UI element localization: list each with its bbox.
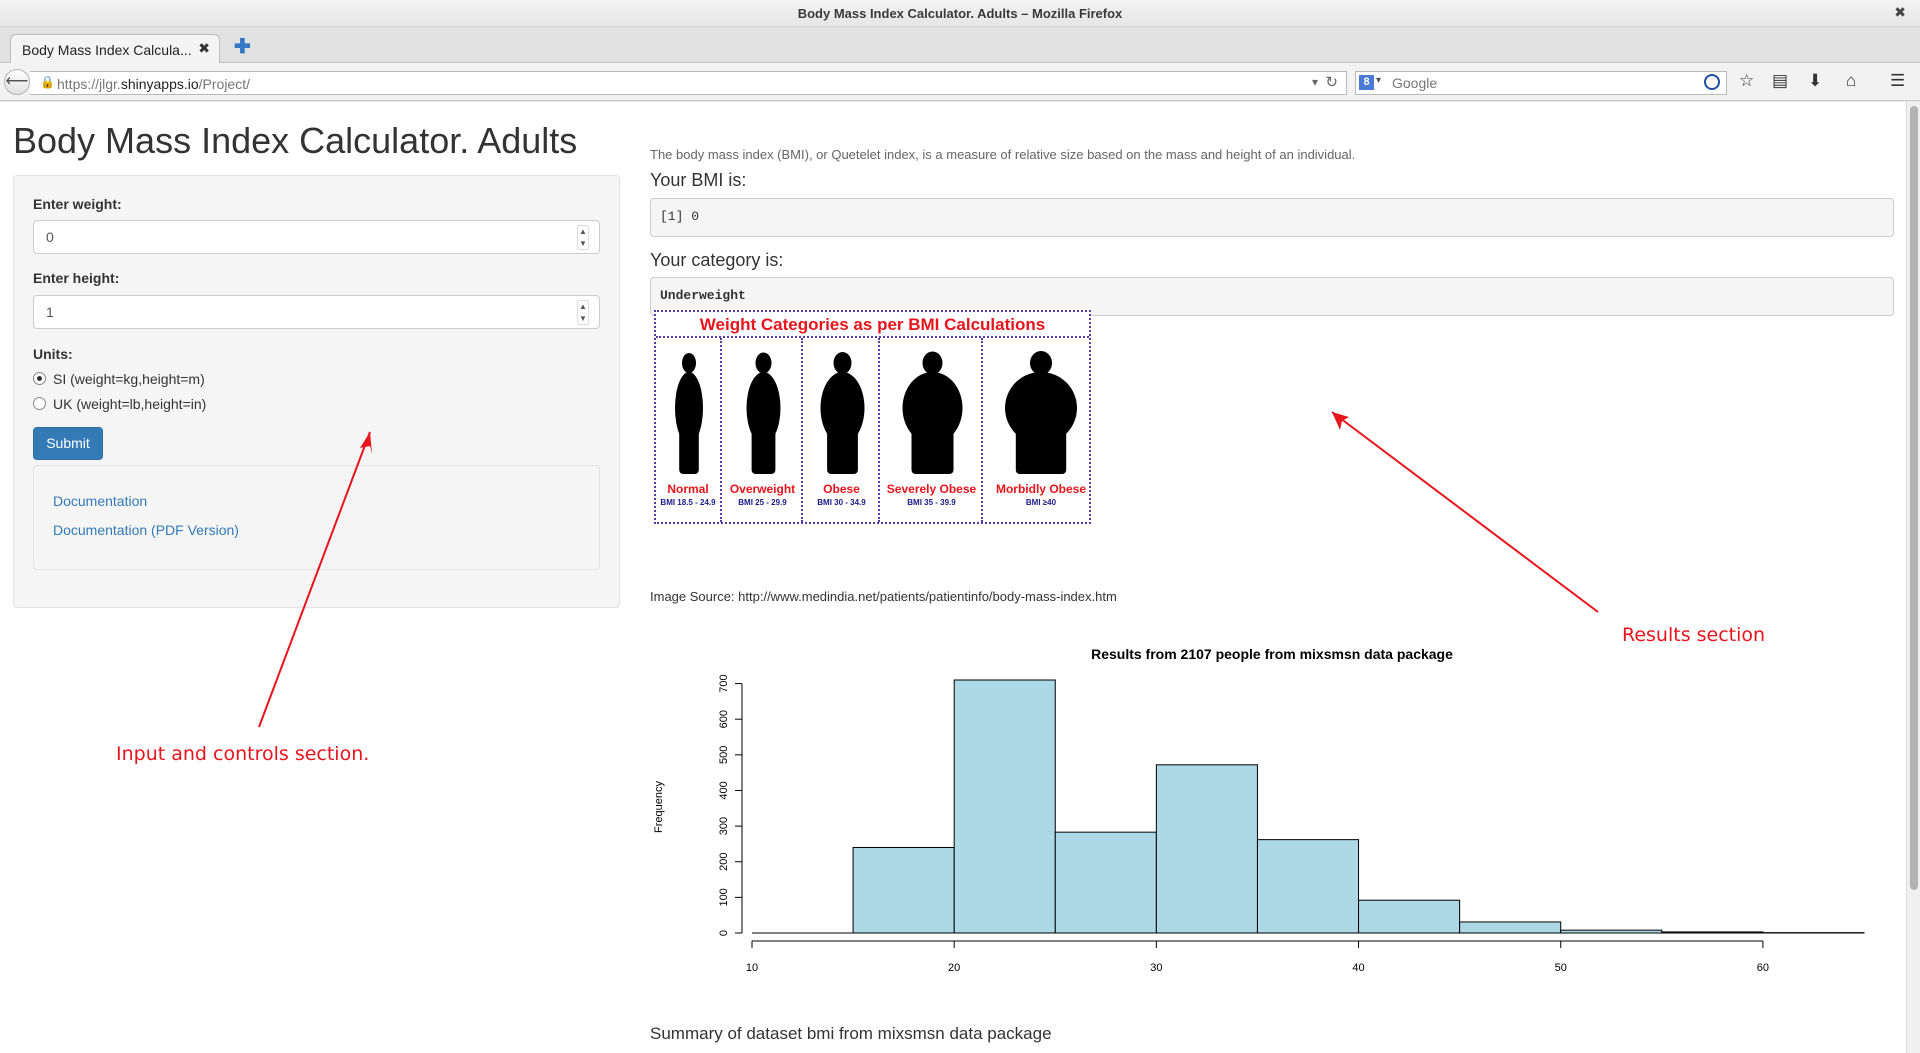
- navigation-toolbar: 🔒 https://jlgr.shinyapps.io/Project/ ▾ ↻…: [0, 63, 1920, 101]
- browser-tab[interactable]: Body Mass Index Calcula... ✖: [10, 34, 220, 63]
- annotation-arrows: [258, 411, 1599, 728]
- vertical-scrollbar[interactable]: [1906, 102, 1920, 1053]
- annotation-results-label: Results section: [1622, 624, 1766, 646]
- search-engine-dropdown-icon[interactable]: ▾: [1376, 75, 1381, 86]
- url-dropdown-icon[interactable]: ▾: [1312, 75, 1318, 89]
- bookmarks-list-icon[interactable]: ▤: [1772, 71, 1788, 91]
- search-bar[interactable]: 8 ▾: [1355, 71, 1727, 95]
- bookmark-star-icon[interactable]: ☆: [1739, 71, 1754, 91]
- tab-label: Body Mass Index Calcula...: [22, 42, 192, 58]
- tab-strip: Body Mass Index Calcula... ✖ ✚: [0, 27, 1920, 63]
- search-magnifier-icon[interactable]: [1704, 74, 1720, 90]
- annotation-controls-label: Input and controls section.: [116, 743, 370, 765]
- reload-icon[interactable]: ↻: [1325, 73, 1338, 91]
- window-title: Body Mass Index Calculator. Adults – Moz…: [797, 6, 1123, 21]
- arrow-head-results: [1332, 412, 1349, 430]
- url-text: https://jlgr.shinyapps.io/Project/: [57, 76, 250, 92]
- tab-close-icon[interactable]: ✖: [198, 40, 210, 57]
- page-content: Body Mass Index Calculator. Adults Enter…: [0, 102, 1906, 1053]
- window-titlebar: Body Mass Index Calculator. Adults – Moz…: [0, 0, 1920, 27]
- lock-icon: 🔒: [40, 75, 55, 89]
- downloads-icon[interactable]: ⬇: [1808, 71, 1822, 91]
- search-input[interactable]: [1390, 74, 1690, 92]
- arrow-to-controls: [258, 431, 371, 728]
- arrow-head-controls: [360, 432, 372, 454]
- url-bar[interactable]: 🔒 https://jlgr.shinyapps.io/Project/ ▾ ↻: [30, 71, 1347, 95]
- menu-icon[interactable]: ☰: [1890, 71, 1905, 91]
- search-engine-icon[interactable]: 8: [1359, 75, 1374, 90]
- back-button-icon[interactable]: ⟵: [4, 69, 30, 95]
- home-icon[interactable]: ⌂: [1846, 71, 1856, 91]
- arrow-to-results: [1331, 411, 1599, 613]
- scrollbar-thumb[interactable]: [1910, 106, 1918, 890]
- new-tab-icon[interactable]: ✚: [234, 34, 251, 59]
- window-close-icon[interactable]: ✖: [1894, 4, 1906, 21]
